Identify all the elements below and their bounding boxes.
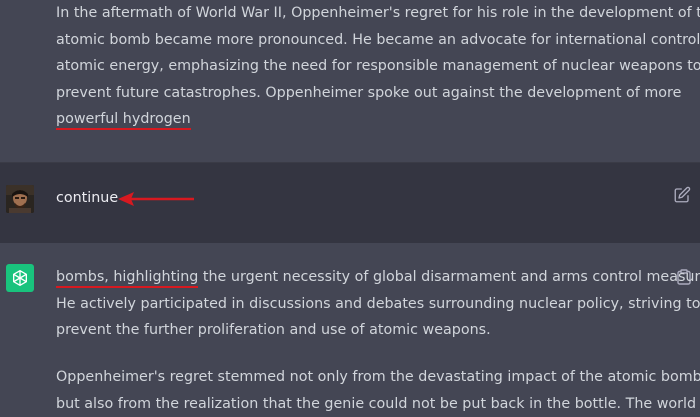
openai-logo-icon: [6, 264, 34, 292]
message-line-first: bombs, highlighting the urgent necessity…: [56, 264, 671, 291]
message-line: but also from the realization that the g…: [56, 391, 671, 417]
message-line: atomic energy, emphasizing the need for …: [56, 53, 671, 80]
message-paragraph-2: Oppenheimer's regret stemmed not only fr…: [56, 364, 671, 417]
message-line: prevent the further proliferation and us…: [56, 317, 671, 344]
red-arrow-icon: [118, 191, 196, 207]
message-line: In the aftermath of World War II, Oppenh…: [56, 0, 671, 27]
user-message-text: continue: [56, 188, 118, 208]
message-line: atomic bomb became more pronounced. He b…: [56, 27, 671, 54]
message-line-rest: the urgent necessity of global disarmame…: [198, 269, 700, 285]
edit-icon[interactable]: [673, 186, 691, 204]
message-line: prevent future catastrophes. Oppenheimer…: [56, 80, 671, 107]
message-text: In the aftermath of World War II, Oppenh…: [56, 0, 671, 133]
message-line: He actively participated in discussions …: [56, 291, 671, 318]
user-avatar: [6, 185, 34, 213]
highlighted-text: powerful hydrogen: [56, 111, 191, 130]
user-message: continue: [0, 162, 700, 244]
message-text: bombs, highlighting the urgent necessity…: [56, 264, 671, 344]
highlighted-text: bombs, highlighting: [56, 269, 198, 288]
assistant-message-previous: In the aftermath of World War II, Oppenh…: [0, 0, 700, 162]
message-line: Oppenheimer's regret stemmed not only fr…: [56, 364, 671, 391]
assistant-message: bombs, highlighting the urgent necessity…: [0, 243, 700, 412]
message-line-last: powerful hydrogen: [56, 106, 671, 133]
